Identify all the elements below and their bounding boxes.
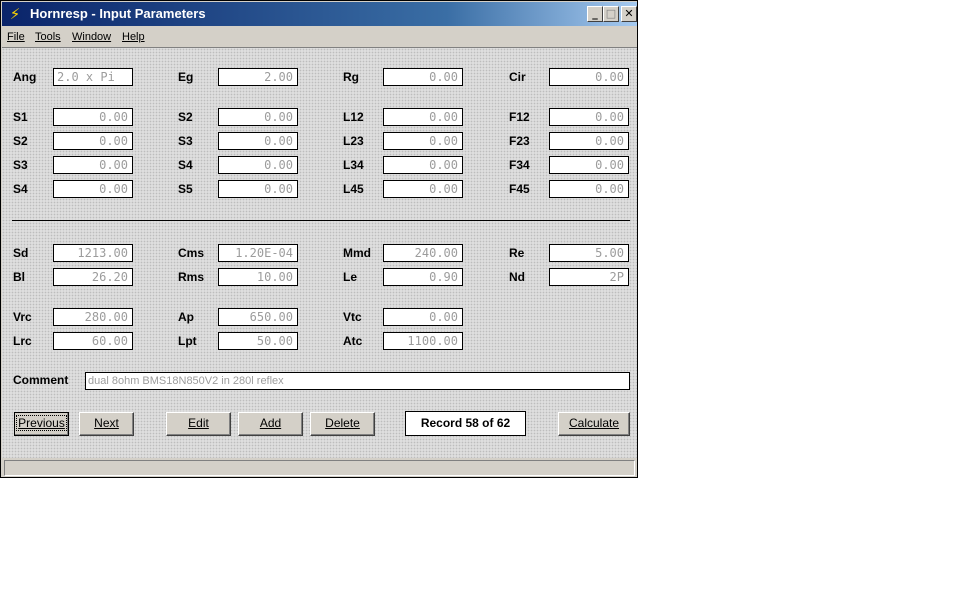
param-label-atc: Atc [343,334,363,348]
section-divider [12,220,630,221]
param-label-f23: F23 [509,134,530,148]
param-label-s3: S3 [178,134,193,148]
param-field-s4[interactable]: 0.00 [53,180,133,198]
param-label-l45: L45 [343,182,364,196]
param-label-nd: Nd [509,270,525,284]
param-field-rg[interactable]: 0.00 [383,68,463,86]
param-field-sd[interactable]: 1213.00 [53,244,133,262]
maximize-button: □ [603,6,619,22]
param-label-s2: S2 [13,134,28,148]
param-field-s3[interactable]: 0.00 [53,156,133,174]
param-label-vrc: Vrc [13,310,32,324]
delete-button[interactable]: Delete [310,412,375,436]
param-field-f45[interactable]: 0.00 [549,180,629,198]
param-field-eg[interactable]: 2.00 [218,68,298,86]
param-field-l12[interactable]: 0.00 [383,108,463,126]
param-label-f12: F12 [509,110,530,124]
param-label-s4: S4 [178,158,193,172]
minimize-button[interactable]: _ [587,6,603,22]
param-field-vrc[interactable]: 280.00 [53,308,133,326]
param-field-l23[interactable]: 0.00 [383,132,463,150]
param-label-bl: Bl [13,270,25,284]
param-label-s2: S2 [178,110,193,124]
param-field-s5[interactable]: 0.00 [218,180,298,198]
param-label-rms: Rms [178,270,205,284]
hornresp-window: ⚡ Hornresp - Input Parameters _ □ ✕ File… [0,0,638,478]
previous-button[interactable]: Previous [14,412,69,436]
param-field-nd[interactable]: 2P [549,268,629,286]
add-button[interactable]: Add [238,412,303,436]
param-field-s3[interactable]: 0.00 [218,132,298,150]
param-label-re: Re [509,246,525,260]
param-label-cms: Cms [178,246,205,260]
param-label-cir: Cir [509,70,526,84]
status-bar [4,460,635,476]
param-label-lpt: Lpt [178,334,197,348]
param-field-lrc[interactable]: 60.00 [53,332,133,350]
param-field-l45[interactable]: 0.00 [383,180,463,198]
param-field-vtc[interactable]: 0.00 [383,308,463,326]
param-label-rg: Rg [343,70,359,84]
param-label-l12: L12 [343,110,364,124]
param-field-mmd[interactable]: 240.00 [383,244,463,262]
param-field-f34[interactable]: 0.00 [549,156,629,174]
menu-help[interactable]: Help [122,30,145,44]
param-label-sd: Sd [13,246,29,260]
param-field-s1[interactable]: 0.00 [53,108,133,126]
param-field-atc[interactable]: 1100.00 [383,332,463,350]
param-label-s3: S3 [13,158,28,172]
lightning-icon: ⚡ [9,5,21,23]
input-parameters-panel: Ang 2.0 x Pi Eg 2.00 Rg 0.00 Cir 0.00 S1 0.00 S2 0.… [2,48,637,458]
comment-field[interactable]: dual 8ohm BMS18N850V2 in 280l reflex [85,372,630,390]
param-label-ap: Ap [178,310,194,324]
param-label-vtc: Vtc [343,310,362,324]
param-label-s5: S5 [178,182,193,196]
menu-file[interactable]: File [7,30,25,44]
param-label-ang: Ang [13,70,37,84]
param-label-l23: L23 [343,134,364,148]
param-label-eg: Eg [178,70,194,84]
param-field-ap[interactable]: 650.00 [218,308,298,326]
param-field-cms[interactable]: 1.20E-04 [218,244,298,262]
comment-label: Comment [13,373,69,387]
param-field-f23[interactable]: 0.00 [549,132,629,150]
param-field-bl[interactable]: 26.20 [53,268,133,286]
param-label-f45: F45 [509,182,530,196]
param-field-s2[interactable]: 0.00 [53,132,133,150]
title-bar[interactable]: ⚡ Hornresp - Input Parameters _ □ ✕ [2,2,637,26]
param-label-f34: F34 [509,158,530,172]
previous-label: Previous [16,415,67,431]
param-label-lrc: Lrc [13,334,32,348]
window-title: Hornresp - Input Parameters [30,6,206,21]
menu-bar: File Tools Window Help [2,27,637,48]
param-label-s1: S1 [13,110,28,124]
record-indicator: Record 58 of 62 [405,411,526,436]
param-label-le: Le [343,270,358,284]
close-button[interactable]: ✕ [621,6,637,22]
calculate-button[interactable]: Calculate [558,412,630,436]
param-label-s4: S4 [13,182,28,196]
param-label-l34: L34 [343,158,364,172]
next-button[interactable]: Next [79,412,134,436]
param-field-s2[interactable]: 0.00 [218,108,298,126]
menu-window[interactable]: Window [72,30,111,44]
param-field-l34[interactable]: 0.00 [383,156,463,174]
param-field-cir[interactable]: 0.00 [549,68,629,86]
param-label-mmd: Mmd [343,246,371,260]
param-field-f12[interactable]: 0.00 [549,108,629,126]
param-field-re[interactable]: 5.00 [549,244,629,262]
menu-tools[interactable]: Tools [35,30,61,44]
param-field-ang[interactable]: 2.0 x Pi [53,68,133,86]
param-field-rms[interactable]: 10.00 [218,268,298,286]
edit-button[interactable]: Edit [166,412,231,436]
param-field-le[interactable]: 0.90 [383,268,463,286]
param-field-s4[interactable]: 0.00 [218,156,298,174]
param-field-lpt[interactable]: 50.00 [218,332,298,350]
